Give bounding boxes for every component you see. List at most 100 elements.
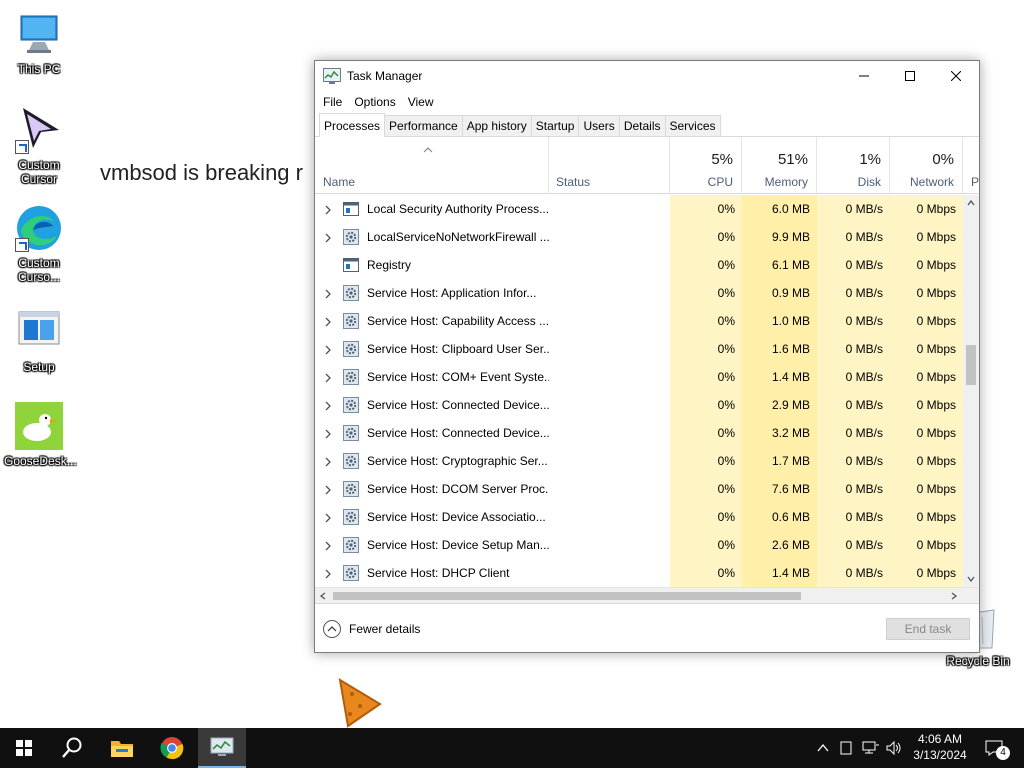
expand-chevron-icon[interactable] [323, 344, 333, 355]
table-row[interactable]: LocalServiceNoNetworkFirewall ... 0% 9.9 M… [315, 223, 963, 251]
process-name: LocalServiceNoNetworkFirewall ... [367, 230, 549, 244]
scroll-up-icon[interactable] [967, 200, 975, 206]
expand-chevron-icon[interactable] [323, 204, 333, 215]
table-row[interactable]: Service Host: Capability Access ... 0% 1.0… [315, 307, 963, 335]
task-manager-taskbar-button[interactable] [198, 728, 246, 768]
tab-startup[interactable]: Startup [530, 115, 580, 136]
volume-button[interactable] [884, 728, 904, 768]
table-row[interactable]: Service Host: DCOM Server Proc... 0% 7.6 M… [315, 475, 963, 503]
vertical-scrollbar[interactable] [963, 195, 979, 587]
desktop-icon-this-pc[interactable]: This PC [4, 10, 74, 76]
table-row[interactable]: Registry 0% 6.1 MB 0 MB/s 0 Mbps [315, 251, 963, 279]
desktop-icon-label: Setup [23, 360, 55, 374]
expand-chevron-icon[interactable] [323, 540, 333, 551]
gear-icon [343, 481, 359, 497]
process-status [549, 475, 670, 503]
scroll-left-icon[interactable] [320, 592, 326, 600]
menu-view[interactable]: View [402, 95, 440, 109]
expand-chevron-icon[interactable] [323, 568, 333, 579]
search-button[interactable] [48, 728, 96, 768]
expand-chevron-icon[interactable] [323, 400, 333, 411]
window-title: Task Manager [347, 69, 423, 83]
process-cpu: 0% [670, 447, 742, 475]
tray-app-button[interactable] [836, 728, 856, 768]
minimize-button[interactable] [841, 61, 887, 91]
table-row[interactable]: Service Host: DHCP Client 0% 1.4 MB 0 MB/s 0… [315, 559, 963, 587]
desktop-icon-label: Custom Cursor [18, 158, 60, 186]
process-disk: 0 MB/s [817, 475, 890, 503]
network-button[interactable] [860, 728, 882, 768]
maximize-button[interactable] [887, 61, 933, 91]
chevron-up-icon [323, 619, 341, 638]
table-row[interactable]: Service Host: COM+ Event Syste... 0% 1.4 M… [315, 363, 963, 391]
tab-details[interactable]: Details [618, 115, 666, 136]
process-name: Service Host: Connected Device... [367, 398, 549, 412]
desktop-icon-goosedesktop[interactable]: GooseDesk... [4, 402, 77, 468]
horizontal-scroll-thumb[interactable] [333, 592, 801, 600]
expand-chevron-icon[interactable] [323, 372, 333, 383]
file-explorer-button[interactable] [98, 728, 146, 768]
task-manager-window[interactable]: Task Manager File Options View Processes… [314, 60, 980, 653]
windows-logo-icon [16, 740, 32, 756]
menu-options[interactable]: Options [348, 95, 401, 109]
table-row[interactable]: Service Host: Cryptographic Ser... 0% 1.7 … [315, 447, 963, 475]
process-disk: 0 MB/s [817, 251, 890, 279]
horizontal-scrollbar[interactable] [315, 587, 979, 603]
column-header-status[interactable]: Status [549, 137, 670, 193]
expand-chevron-icon[interactable] [323, 428, 333, 439]
table-row[interactable]: Local Security Authority Process... 0% 6.0… [315, 195, 963, 223]
notification-center-button[interactable]: 4 [980, 728, 1010, 768]
process-memory: 0.6 MB [742, 503, 817, 531]
vertical-scroll-thumb[interactable] [966, 345, 976, 385]
column-header-memory[interactable]: 51% Memory [742, 137, 817, 193]
menu-file[interactable]: File [317, 95, 348, 109]
process-name: Service Host: Clipboard User Ser... [367, 342, 549, 356]
scroll-down-icon[interactable] [967, 576, 975, 582]
expand-chevron-icon[interactable] [323, 512, 333, 523]
column-header-cpu[interactable]: 5% CPU [670, 137, 742, 193]
table-row[interactable]: Service Host: Clipboard User Ser... 0% 1.6… [315, 335, 963, 363]
process-name: Registry [367, 258, 412, 272]
process-memory: 7.6 MB [742, 475, 817, 503]
column-header-disk[interactable]: 1% Disk [817, 137, 890, 193]
desktop-icon-custom-cursor[interactable]: Custom Cursor [4, 106, 74, 186]
column-label-status: Status [556, 175, 591, 189]
show-hidden-icons-button[interactable] [812, 728, 834, 768]
chrome-button[interactable] [148, 728, 196, 768]
title-bar[interactable]: Task Manager [315, 61, 979, 91]
desktop-icon-setup[interactable]: Setup [4, 308, 74, 374]
column-header-name[interactable]: Name [315, 137, 549, 193]
process-name: Service Host: Device Setup Man... [367, 538, 549, 552]
table-row[interactable]: Service Host: Device Setup Man... 0% 2.6 M… [315, 531, 963, 559]
column-header-network[interactable]: 0% Network [890, 137, 963, 193]
close-button[interactable] [933, 61, 979, 91]
cpu-total: 5% [711, 151, 733, 168]
table-row[interactable]: Service Host: Application Infor... 0% 0.9 … [315, 279, 963, 307]
process-cpu: 0% [670, 195, 742, 223]
start-button[interactable] [0, 728, 48, 768]
process-network: 0 Mbps [890, 307, 963, 335]
scroll-right-icon[interactable] [951, 592, 957, 600]
tab-performance[interactable]: Performance [384, 115, 463, 136]
expand-chevron-icon[interactable] [323, 316, 333, 327]
fewer-details-button[interactable]: Fewer details [323, 619, 420, 638]
process-disk: 0 MB/s [817, 419, 890, 447]
table-row[interactable]: Service Host: Connected Device... 0% 3.2 M… [315, 419, 963, 447]
clock-date: 3/13/2024 [913, 748, 967, 762]
tab-processes[interactable]: Processes [319, 113, 386, 137]
end-task-button[interactable]: End task [886, 618, 970, 640]
tab-services[interactable]: Services [664, 115, 721, 136]
expand-chevron-icon[interactable] [323, 288, 333, 299]
table-row[interactable]: Service Host: Device Associatio... 0% 0.6 … [315, 503, 963, 531]
expand-chevron-icon[interactable] [323, 484, 333, 495]
clock-button[interactable]: 4:06 AM 3/13/2024 [904, 731, 976, 763]
tab-app-history[interactable]: App history [461, 115, 532, 136]
process-status [549, 223, 670, 251]
column-header-power[interactable]: P [963, 137, 979, 193]
desktop-icon-custom-cursor-edge[interactable]: Custom Curso... [4, 204, 74, 284]
tab-users[interactable]: Users [578, 115, 620, 136]
expand-chevron-icon[interactable] [323, 456, 333, 467]
table-row[interactable]: Service Host: Connected Device... 0% 2.9 M… [315, 391, 963, 419]
search-icon [62, 737, 82, 758]
expand-chevron-icon[interactable] [323, 232, 333, 243]
